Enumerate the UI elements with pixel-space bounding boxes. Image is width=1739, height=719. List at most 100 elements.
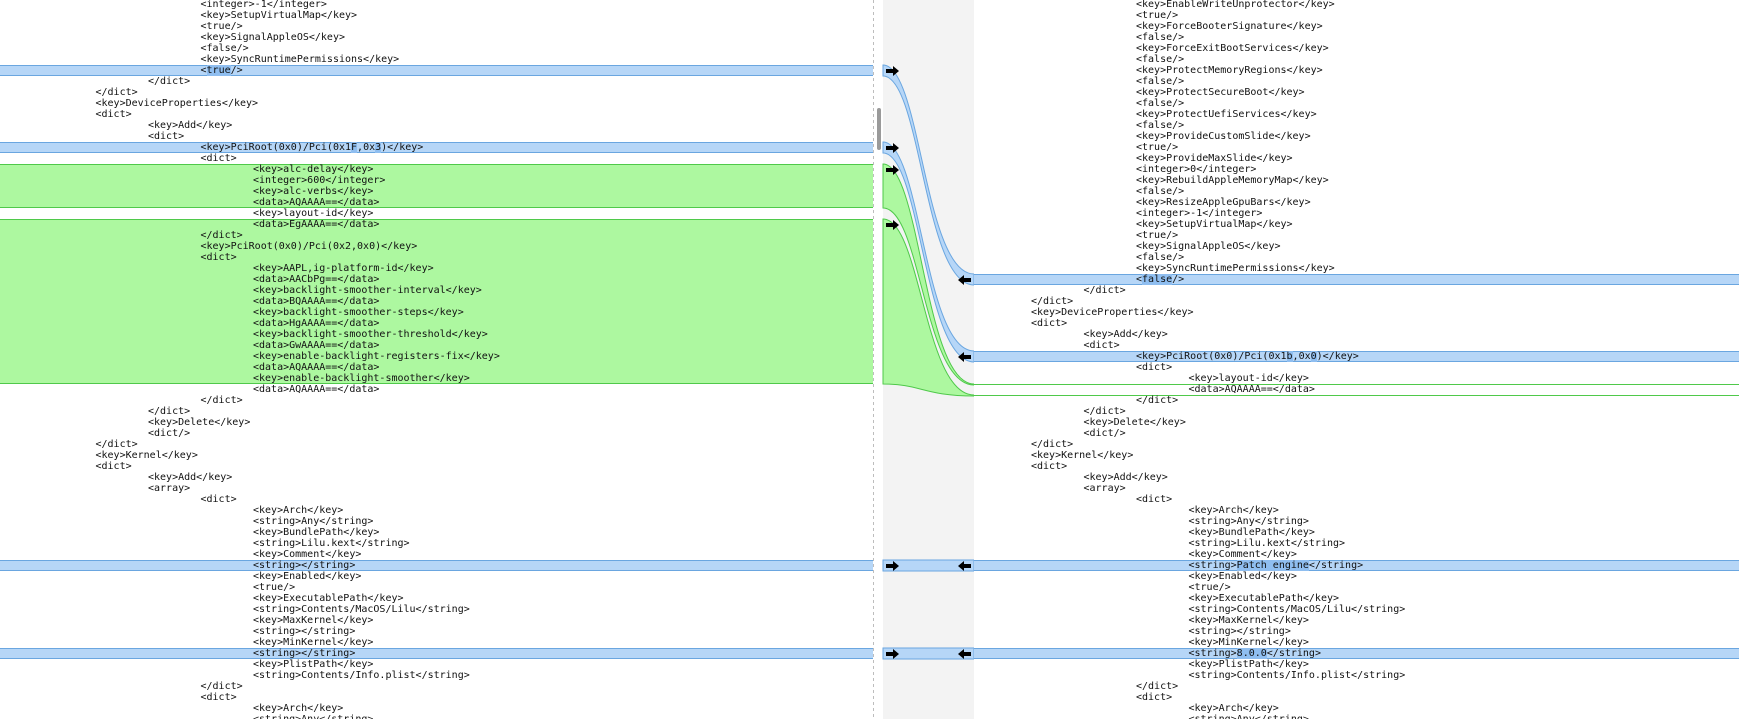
code-line[interactable]: <key>SetupVirtualMap</key> — [1136, 219, 1293, 230]
code-line[interactable]: <data>BQAAAA==</data> — [253, 296, 379, 307]
code-line[interactable]: <key>SyncRuntimePermissions</key> — [201, 54, 400, 65]
code-line[interactable]: <key>SignalAppleOS</key> — [1136, 241, 1281, 252]
code-line[interactable]: <key>PlistPath</key> — [1189, 659, 1309, 670]
code-line[interactable]: <key>RebuildAppleMemoryMap</key> — [1136, 175, 1329, 186]
code-line[interactable]: <array> — [148, 483, 190, 494]
code-line[interactable]: <key>Comment</key> — [1189, 549, 1297, 560]
copy-right-arrow-icon[interactable] — [885, 648, 901, 660]
code-line[interactable]: <dict> — [1136, 362, 1172, 373]
code-line[interactable]: <key>alc-verbs</key> — [253, 186, 373, 197]
code-line[interactable]: <key>MinKernel</key> — [253, 637, 373, 648]
code-line[interactable]: <key>layout-id</key> — [253, 208, 373, 219]
code-line[interactable]: </dict> — [1084, 285, 1126, 296]
code-line[interactable]: <key>DeviceProperties</key> — [96, 98, 259, 109]
code-line[interactable]: </dict> — [148, 406, 190, 417]
code-line[interactable]: <key>ProvideMaxSlide</key> — [1136, 153, 1293, 164]
left-file-pane[interactable]: <integer>-1</integer> <key>SetupVirtualMa… — [0, 0, 873, 719]
code-line[interactable]: <true/> — [201, 21, 243, 32]
code-line[interactable]: <true/> — [253, 582, 295, 593]
code-line[interactable]: <integer>600</integer> — [253, 175, 385, 186]
code-line[interactable]: <string></string> — [253, 626, 355, 637]
code-line[interactable]: <key>ResizeAppleGpuBars</key> — [1136, 197, 1311, 208]
code-line[interactable]: <key>PciRoot(0x0)/Pci(0x2,0x0)</key> — [201, 241, 418, 252]
code-line[interactable]: <dict/> — [148, 428, 190, 439]
code-line[interactable]: <false/> — [1136, 76, 1184, 87]
code-line[interactable]: <true/> — [201, 65, 243, 76]
copy-right-arrow-icon[interactable] — [885, 164, 901, 176]
code-line[interactable]: <key>Delete</key> — [148, 417, 250, 428]
code-line[interactable]: <key>ForceBooterSignature</key> — [1136, 21, 1323, 32]
code-line[interactable]: <key>Comment</key> — [253, 549, 361, 560]
copy-left-arrow-icon[interactable] — [956, 274, 972, 286]
code-line[interactable]: <string>Patch engine</string> — [1189, 560, 1363, 571]
code-line[interactable]: <string>Any</string> — [253, 714, 373, 719]
code-line[interactable]: <key>Add</key> — [148, 472, 232, 483]
code-line[interactable]: <key>EnableWriteUnprotector</key> — [1136, 0, 1335, 10]
code-line[interactable]: <key>ProtectSecureBoot</key> — [1136, 87, 1305, 98]
code-line[interactable]: <dict/> — [1084, 428, 1126, 439]
left-code-lines[interactable]: <integer>-1</integer> <key>SetupVirtualMa… — [0, 0, 873, 719]
code-line[interactable]: </dict> — [1136, 395, 1178, 406]
code-line[interactable]: <string></string> — [1189, 626, 1291, 637]
copy-right-arrow-icon[interactable] — [885, 65, 901, 77]
code-line[interactable]: <key>backlight-smoother-interval</key> — [253, 285, 482, 296]
code-line[interactable]: </dict> — [96, 439, 138, 450]
code-line[interactable]: <key>enable-backlight-registers-fix</key… — [253, 351, 500, 362]
code-line[interactable]: <key>Arch</key> — [1189, 505, 1279, 516]
code-line[interactable]: <array> — [1084, 483, 1126, 494]
code-line[interactable]: <key>BundlePath</key> — [1189, 527, 1315, 538]
code-line[interactable]: <string>Any</string> — [1189, 714, 1309, 719]
code-line[interactable]: </dict> — [1031, 296, 1073, 307]
code-line[interactable]: <false/> — [1136, 54, 1184, 65]
code-line[interactable]: <dict> — [1136, 494, 1172, 505]
code-line[interactable]: <key>Add</key> — [148, 120, 232, 131]
copy-left-arrow-icon[interactable] — [956, 351, 972, 363]
code-line[interactable]: <data>GwAAAA==</data> — [253, 340, 379, 351]
code-line[interactable]: <string>Contents/MacOS/Lilu</string> — [1189, 604, 1406, 615]
code-line[interactable]: <key>MaxKernel</key> — [253, 615, 373, 626]
code-line[interactable]: <false/> — [1136, 186, 1184, 197]
code-line[interactable]: <dict> — [201, 494, 237, 505]
code-line[interactable]: </dict> — [201, 681, 243, 692]
code-line[interactable]: <key>DeviceProperties</key> — [1031, 307, 1194, 318]
code-line[interactable]: <key>Arch</key> — [1189, 703, 1279, 714]
code-line[interactable]: <key>SetupVirtualMap</key> — [201, 10, 358, 21]
code-line[interactable]: <string>8.0.0</string> — [1189, 648, 1321, 659]
code-line[interactable]: <string></string> — [253, 648, 355, 659]
code-line[interactable]: <data>EgAAAA==</data> — [253, 219, 379, 230]
code-line[interactable]: <key>ExecutablePath</key> — [253, 593, 404, 604]
code-line[interactable]: <string>Contents/MacOS/Lilu</string> — [253, 604, 470, 615]
code-line[interactable]: </dict> — [1084, 406, 1126, 417]
code-line[interactable]: </dict> — [1136, 681, 1178, 692]
code-line[interactable]: <key>Arch</key> — [253, 703, 343, 714]
code-line[interactable]: </dict> — [201, 395, 243, 406]
code-line[interactable]: <string>Contents/Info.plist</string> — [1189, 670, 1406, 681]
code-line[interactable]: <key>Enabled</key> — [1189, 571, 1297, 582]
code-line[interactable]: <key>MinKernel</key> — [1189, 637, 1309, 648]
left-scrollbar-thumb[interactable] — [877, 108, 881, 150]
code-line[interactable]: <data>AQAAAA==</data> — [253, 384, 379, 395]
code-line[interactable]: <key>ExecutablePath</key> — [1189, 593, 1340, 604]
code-line[interactable]: <key>Add</key> — [1084, 472, 1168, 483]
copy-right-arrow-icon[interactable] — [885, 560, 901, 572]
code-line[interactable]: <data>AQAAAA==</data> — [253, 197, 379, 208]
code-line[interactable]: <key>MaxKernel</key> — [1189, 615, 1309, 626]
code-line[interactable]: <dict> — [201, 153, 237, 164]
code-line[interactable]: <key>layout-id</key> — [1189, 373, 1309, 384]
code-line[interactable]: </dict> — [201, 230, 243, 241]
code-line[interactable]: <false/> — [1136, 252, 1184, 263]
code-line[interactable]: <false/> — [1136, 120, 1184, 131]
code-line[interactable]: <string>Lilu.kext</string> — [1189, 538, 1346, 549]
code-line[interactable]: </dict> — [1031, 439, 1073, 450]
code-line[interactable]: <false/> — [1136, 98, 1184, 109]
copy-right-arrow-icon[interactable] — [885, 142, 901, 154]
code-line[interactable]: <key>SignalAppleOS</key> — [201, 32, 346, 43]
code-line[interactable]: <string></string> — [253, 560, 355, 571]
code-line[interactable]: <data>AQAAAA==</data> — [1189, 384, 1315, 395]
code-line[interactable]: <key>ProtectMemoryRegions</key> — [1136, 65, 1323, 76]
code-line[interactable]: <key>ProtectUefiServices</key> — [1136, 109, 1317, 120]
code-line[interactable]: <dict> — [148, 131, 184, 142]
code-line[interactable]: <dict> — [96, 461, 132, 472]
code-line[interactable]: <key>backlight-smoother-threshold</key> — [253, 329, 488, 340]
code-line[interactable]: <key>backlight-smoother-steps</key> — [253, 307, 464, 318]
